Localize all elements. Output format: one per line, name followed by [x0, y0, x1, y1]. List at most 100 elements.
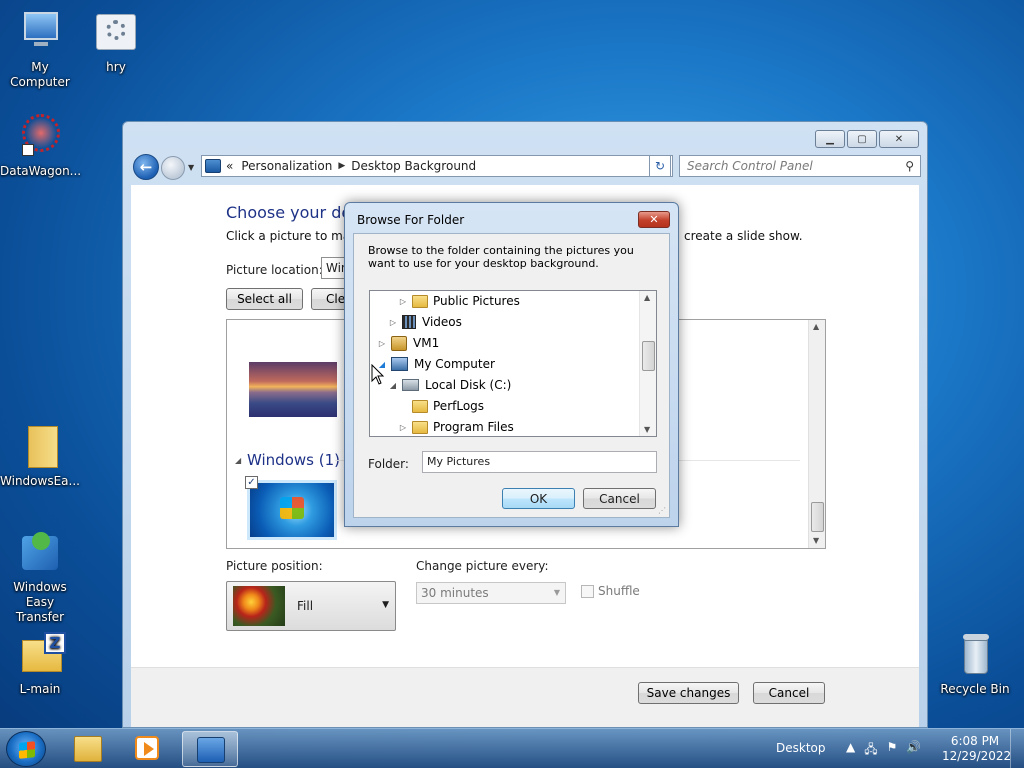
- explorer-folder-icon: [74, 736, 102, 762]
- windows-logo-icon: [19, 741, 35, 759]
- volume-icon[interactable]: 🔊: [906, 740, 921, 761]
- dialog-cancel-button[interactable]: Cancel: [583, 488, 656, 509]
- breadcrumb-overflow[interactable]: «: [226, 159, 233, 173]
- scroll-up-icon[interactable]: ▲: [813, 322, 819, 331]
- show-desktop-button[interactable]: [1010, 729, 1024, 768]
- expand-icon[interactable]: ▷: [377, 339, 387, 348]
- resize-grip-icon[interactable]: ⋰: [658, 506, 666, 515]
- network-icon[interactable]: 🖧: [864, 740, 877, 761]
- picture-location-label: Picture location:: [226, 263, 323, 277]
- recent-pages-dropdown[interactable]: ▼: [188, 163, 194, 172]
- expand-icon[interactable]: ▷: [398, 423, 408, 432]
- breadcrumb-desktop-background[interactable]: Desktop Background: [351, 159, 476, 173]
- desktop-icon-label: Windows Easy Transfer: [13, 580, 67, 624]
- folder-icon: [16, 424, 64, 472]
- desktop-icon-windowseasy-folder[interactable]: WindowsEa...: [0, 424, 80, 489]
- scroll-thumb[interactable]: [811, 502, 824, 532]
- ok-button[interactable]: OK: [502, 488, 575, 509]
- minimize-button[interactable]: ▁: [815, 130, 845, 148]
- folder-label: Folder:: [368, 457, 409, 471]
- desktop-icon-l-main[interactable]: Z L-main: [0, 632, 80, 697]
- desktop-icon-label: hry: [106, 60, 126, 74]
- scroll-thumb[interactable]: [642, 341, 655, 371]
- tree-item-public-pictures[interactable]: ▷ Public Pictures: [398, 291, 520, 311]
- taskbar-media-player-button[interactable]: [120, 731, 176, 767]
- desktop-icon-my-computer[interactable]: My Computer: [0, 10, 80, 90]
- tree-item-videos[interactable]: ▷ Videos: [388, 312, 462, 332]
- taskbar: Desktop ▲ 🖧 ⚑ 🔊 6:08 PM 12/29/2022: [0, 728, 1024, 768]
- back-button[interactable]: ←: [133, 154, 159, 180]
- picture-thumbnail[interactable]: [249, 362, 337, 417]
- taskbar-control-panel-button[interactable]: [182, 731, 238, 767]
- scroll-up-icon[interactable]: ▲: [644, 293, 650, 302]
- desktop-toolbar-label[interactable]: Desktop: [776, 741, 826, 755]
- tree-item-label: My Computer: [414, 357, 495, 371]
- expand-icon[interactable]: ▷: [388, 318, 398, 327]
- tree-item-my-computer[interactable]: ◢ My Computer: [377, 354, 495, 374]
- window-controls: ▁ ▢ ✕: [815, 130, 919, 148]
- desktop-icon-recycle-bin[interactable]: Recycle Bin: [935, 632, 1015, 697]
- refresh-button[interactable]: ↻: [649, 155, 671, 177]
- picture-position-select[interactable]: Fill ▼: [226, 581, 396, 631]
- folder-tree: ▷ Public Pictures ▷ Videos ▷ VM1 ◢ My Co…: [369, 290, 657, 437]
- group-title[interactable]: Windows (1): [247, 451, 340, 469]
- group-collapse-icon[interactable]: ◢: [235, 456, 241, 465]
- maximize-button[interactable]: ▢: [847, 130, 877, 148]
- position-preview-image: [233, 586, 285, 626]
- collapse-icon[interactable]: ◢: [388, 381, 398, 390]
- select-all-button[interactable]: Select all: [226, 288, 303, 310]
- shuffle-label: Shuffle: [598, 584, 640, 598]
- cancel-button[interactable]: Cancel: [753, 682, 825, 704]
- desktop-icon-hry[interactable]: hry: [76, 10, 156, 75]
- disk-icon: [402, 379, 419, 391]
- change-interval-select: 30 minutes ▼: [416, 582, 566, 604]
- tree-item-label: Videos: [422, 315, 462, 329]
- change-picture-label: Change picture every:: [416, 559, 549, 573]
- folder-icon: [412, 294, 428, 308]
- breadcrumb-personalization[interactable]: Personalization: [241, 159, 332, 173]
- mouse-cursor-icon: [371, 364, 385, 385]
- breadcrumb-separator-icon[interactable]: ▶: [338, 161, 345, 171]
- scroll-down-icon[interactable]: ▼: [813, 536, 819, 545]
- search-icon[interactable]: ⚲: [905, 159, 914, 173]
- folder-icon: [412, 399, 428, 413]
- dialog-description: Browse to the folder containing the pict…: [368, 244, 634, 270]
- address-bar[interactable]: « Personalization ▶ Desktop Background ▼: [201, 155, 673, 177]
- folder-input[interactable]: My Pictures: [422, 451, 657, 473]
- tree-item-label: VM1: [413, 336, 440, 350]
- expand-icon[interactable]: ▷: [398, 297, 408, 306]
- windows-wallpaper-thumbnail[interactable]: [247, 480, 337, 540]
- dropdown-arrow-icon: ▼: [553, 588, 560, 597]
- start-button[interactable]: [6, 731, 46, 767]
- thumbnail-checkbox[interactable]: ✓: [245, 476, 258, 489]
- tree-item-program-files[interactable]: ▷ Program Files: [398, 417, 514, 436]
- clock[interactable]: 6:08 PM 12/29/2022: [942, 734, 1011, 764]
- tree-scrollbar[interactable]: ▲ ▼: [639, 291, 656, 436]
- forward-button[interactable]: [161, 156, 185, 180]
- save-changes-button[interactable]: Save changes: [638, 682, 739, 704]
- tree-item-label: Program Files: [433, 420, 514, 434]
- media-player-icon: [135, 736, 159, 760]
- page-instructions-end: create a slide show.: [684, 229, 803, 243]
- show-hidden-icons-icon[interactable]: ▲: [846, 740, 855, 761]
- system-tray: ▲ 🖧 ⚑ 🔊: [846, 740, 921, 761]
- taskbar-explorer-button[interactable]: [60, 731, 116, 767]
- settings-shortcut-icon: [92, 10, 140, 58]
- close-icon: ✕: [894, 133, 904, 145]
- zip-folder-icon: Z: [16, 632, 66, 680]
- back-arrow-icon: ←: [139, 158, 153, 176]
- dialog-close-button[interactable]: ✕: [638, 211, 670, 228]
- tree-item-local-disk[interactable]: ◢ Local Disk (C:): [388, 375, 511, 395]
- tree-item-vm1[interactable]: ▷ VM1: [377, 333, 439, 353]
- picture-position-value: Fill: [297, 599, 314, 613]
- desktop-icon-datawagon[interactable]: DataWagon...: [0, 114, 82, 179]
- desktop-icon-windows-easy-transfer[interactable]: Windows Easy Transfer: [0, 530, 80, 625]
- action-center-icon[interactable]: ⚑: [887, 740, 898, 761]
- close-button[interactable]: ✕: [879, 130, 919, 148]
- gallery-scrollbar[interactable]: ▲ ▼: [808, 320, 825, 548]
- easy-transfer-icon: [16, 530, 64, 578]
- desktop-icon-label: DataWagon...: [0, 164, 82, 178]
- tree-item-perflogs[interactable]: PerfLogs: [412, 396, 484, 416]
- scroll-down-icon[interactable]: ▼: [644, 425, 650, 434]
- search-input[interactable]: Search Control Panel ⚲: [679, 155, 921, 177]
